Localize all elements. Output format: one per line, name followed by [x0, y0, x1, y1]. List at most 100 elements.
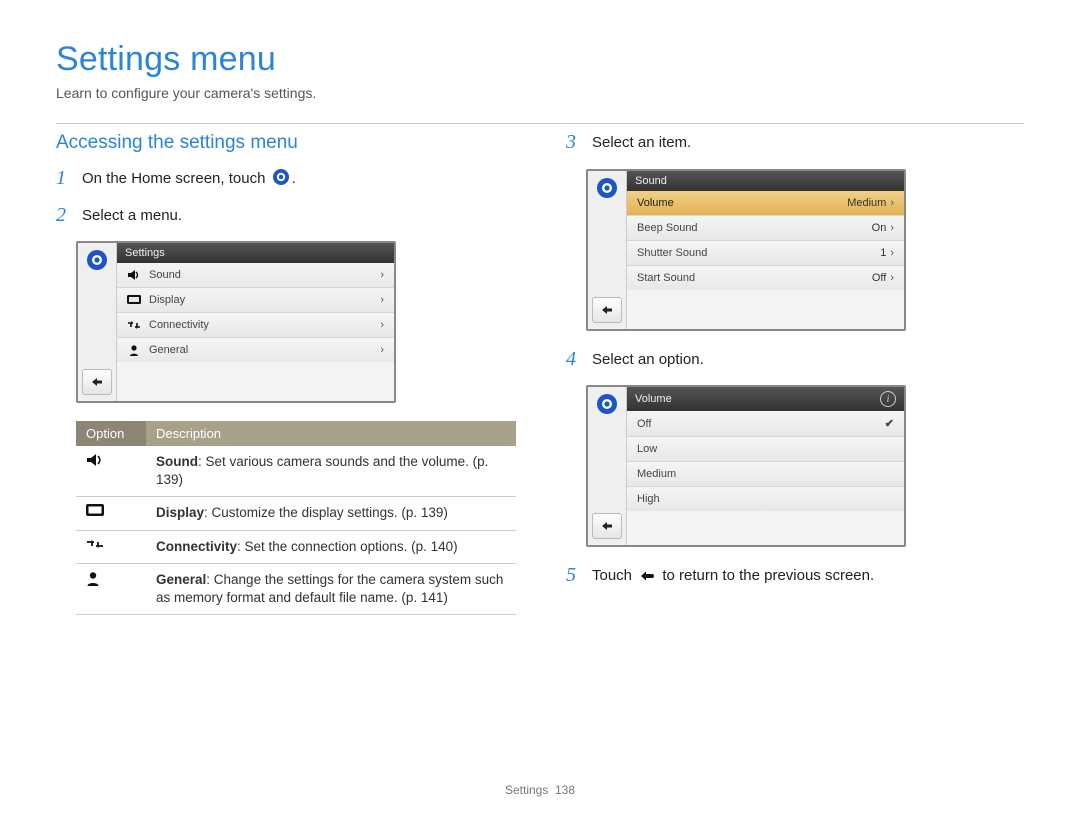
page-subtitle: Learn to configure your camera's setting… — [56, 85, 1024, 101]
lcd-volume: Volume i Off ✔ Low Medium High — [586, 385, 906, 547]
gear-icon — [272, 168, 290, 186]
row-label: High — [637, 493, 660, 505]
sound-icon — [86, 453, 136, 467]
opt-desc: : Set various camera sounds and the volu… — [156, 454, 488, 487]
lcd-sidebar — [588, 171, 627, 329]
step-text-a: On the Home screen, touch — [82, 170, 270, 187]
step-3: 3 Select an item. — [566, 132, 1024, 155]
list-item[interactable]: Low — [627, 437, 904, 462]
row-value: Off — [872, 272, 886, 284]
lcd-sidebar — [588, 387, 627, 545]
list-item[interactable]: Volume Medium› — [627, 191, 904, 216]
footer-label: Settings — [505, 783, 548, 797]
row-label: Medium — [637, 468, 676, 480]
section-heading: Accessing the settings menu — [56, 132, 516, 154]
list-item[interactable]: Medium — [627, 462, 904, 487]
row-label: Volume — [637, 197, 674, 209]
general-icon — [86, 571, 136, 586]
chevron-right-icon: › — [380, 269, 384, 281]
table-row: Connectivity: Set the connection options… — [76, 530, 516, 563]
opt-title: Connectivity — [156, 539, 237, 554]
gear-icon — [596, 177, 618, 199]
row-label: Start Sound — [637, 272, 695, 284]
lcd-title: Sound — [635, 175, 667, 187]
opt-desc: : Set the connection options. (p. 140) — [237, 539, 458, 554]
chevron-right-icon: › — [380, 294, 384, 306]
lcd-header: Sound — [627, 171, 904, 191]
back-button[interactable] — [82, 369, 112, 395]
opt-desc: : Customize the display settings. (p. 13… — [204, 505, 448, 520]
step-4: 4 Select an option. — [566, 349, 1024, 372]
list-item[interactable]: Shutter Sound 1 › — [627, 241, 904, 266]
opt-title: Display — [156, 505, 204, 520]
list-item[interactable]: Off ✔ — [627, 411, 904, 437]
gear-icon — [86, 249, 108, 271]
lcd-title: Volume — [635, 393, 672, 405]
back-icon — [638, 569, 656, 583]
row-value: 1 — [880, 247, 886, 259]
row-value: On — [872, 222, 887, 234]
page-title: Settings menu — [56, 40, 1024, 79]
row-label: Beep Sound — [637, 222, 698, 234]
list-item[interactable]: Connectivity › — [117, 313, 394, 338]
row-label: General — [149, 344, 188, 356]
lcd-header: Volume i — [627, 387, 904, 411]
lcd-sidebar — [78, 243, 117, 401]
step-text: Touch to return to the previous screen. — [592, 565, 874, 588]
list-item[interactable]: Start Sound Off › — [627, 266, 904, 290]
info-icon[interactable]: i — [880, 391, 896, 407]
sound-icon — [127, 269, 141, 281]
page-footer: Settings 138 — [0, 783, 1080, 797]
row-label: Low — [637, 443, 657, 455]
step-text: Select an item. — [592, 132, 691, 155]
opt-title: General — [156, 572, 206, 587]
lcd-settings: Settings Sound › Display › Connectivity … — [76, 241, 396, 403]
row-label: Display — [149, 294, 185, 306]
footer-page: 138 — [555, 783, 575, 797]
display-icon — [86, 504, 136, 517]
chevron-right-icon: › — [890, 247, 894, 259]
table-row: General: Change the settings for the cam… — [76, 563, 516, 614]
divider — [56, 123, 1024, 124]
step-text-b: to return to the previous screen. — [662, 567, 874, 584]
step-number: 5 — [566, 565, 584, 585]
step-5: 5 Touch to return to the previous screen… — [566, 565, 1024, 588]
chevron-right-icon: › — [890, 272, 894, 284]
list-item[interactable]: High — [627, 487, 904, 511]
list-item[interactable]: Beep Sound On› — [627, 216, 904, 241]
opt-desc: : Change the settings for the camera sys… — [156, 572, 503, 605]
table-header-description: Description — [146, 421, 516, 446]
row-label: Connectivity — [149, 319, 209, 331]
row-label: Shutter Sound — [637, 247, 707, 259]
connectivity-icon — [127, 320, 141, 330]
step-text-b: . — [292, 170, 296, 187]
step-text-a: Touch — [592, 567, 636, 584]
step-1: 1 On the Home screen, touch . — [56, 168, 516, 191]
table-row: Display: Customize the display settings.… — [76, 497, 516, 530]
check-icon: ✔ — [885, 417, 894, 430]
step-number: 3 — [566, 132, 584, 152]
chevron-right-icon: › — [380, 344, 384, 356]
step-text: On the Home screen, touch . — [82, 168, 296, 191]
chevron-right-icon: › — [890, 197, 894, 209]
step-number: 4 — [566, 349, 584, 369]
lcd-title: Settings — [125, 247, 165, 259]
gear-icon — [596, 393, 618, 415]
display-icon — [127, 295, 141, 305]
step-2: 2 Select a menu. — [56, 205, 516, 228]
list-item[interactable]: General › — [117, 338, 394, 362]
options-table: Option Description Sound: Set various ca… — [76, 421, 516, 615]
chevron-right-icon: › — [890, 222, 894, 234]
lcd-header: Settings — [117, 243, 394, 263]
opt-title: Sound — [156, 454, 198, 469]
general-icon — [127, 344, 141, 356]
back-button[interactable] — [592, 513, 622, 539]
chevron-right-icon: › — [380, 319, 384, 331]
row-label: Off — [637, 418, 651, 430]
step-number: 2 — [56, 205, 74, 225]
step-number: 1 — [56, 168, 74, 188]
list-item[interactable]: Sound › — [117, 263, 394, 288]
back-button[interactable] — [592, 297, 622, 323]
table-header-option: Option — [76, 421, 146, 446]
list-item[interactable]: Display › — [117, 288, 394, 313]
